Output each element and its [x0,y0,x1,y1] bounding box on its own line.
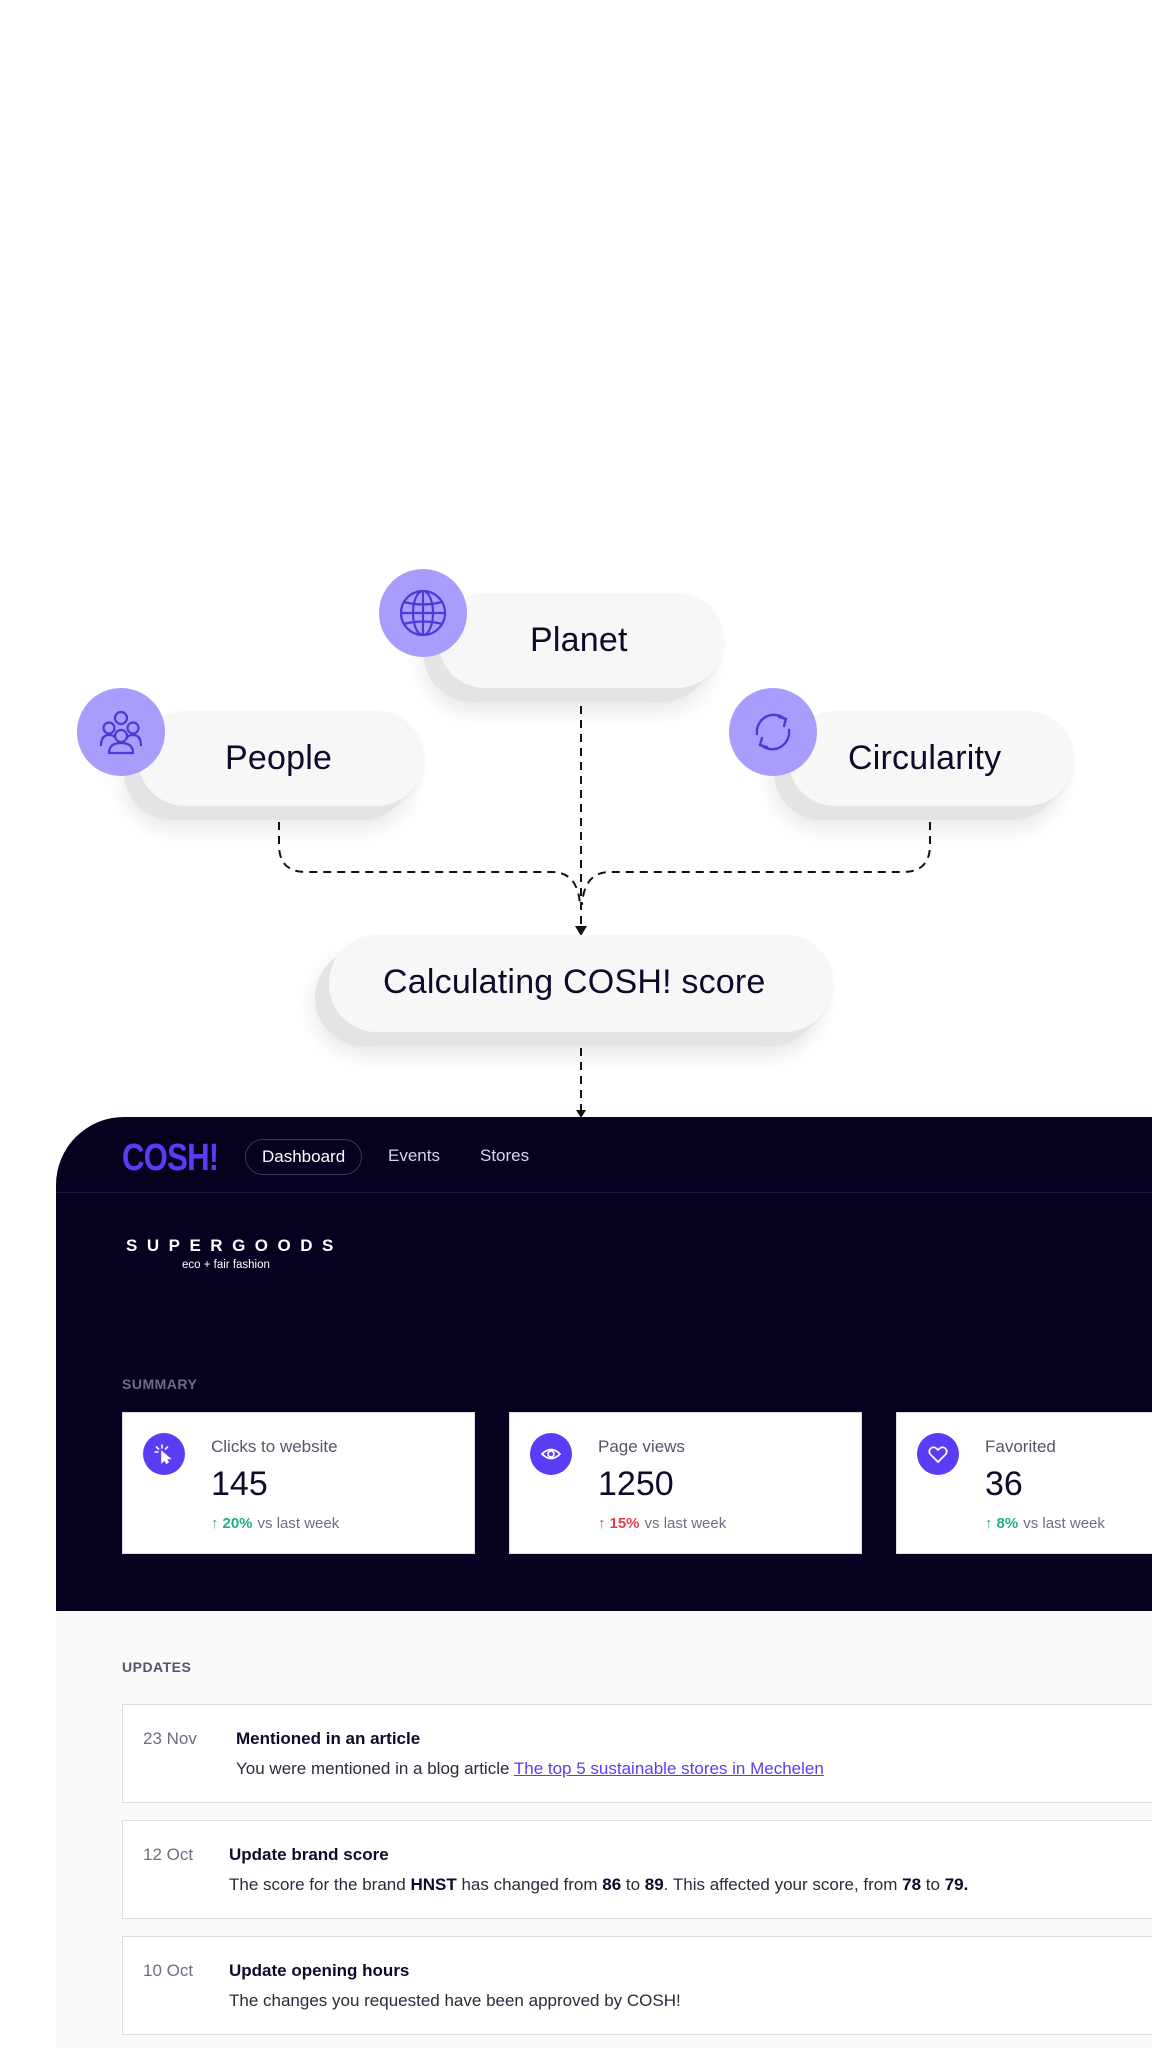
stat-value: 1250 [598,1465,674,1503]
your-score-from: 78 [902,1875,922,1894]
update-row: 10 Oct Update opening hours The changes … [122,1936,1152,2035]
update-body-text: You were mentioned in a blog article [236,1759,514,1778]
article-link[interactable]: The top 5 sustainable stores in Mechelen [514,1759,824,1778]
stat-card-clicks: Clicks to website 145 ↑ 20% vs last week [122,1412,475,1554]
circularity-label: Circularity [848,739,1002,777]
stat-change-percent: 8% [996,1515,1019,1532]
planet-label: Planet [530,621,628,659]
updates-heading: UPDATES [122,1659,192,1675]
stat-card-page-views: Page views 1250 ↑ 15% vs last week [509,1412,862,1554]
refresh-cycle-icon [729,688,817,776]
arrow-up-icon: ↑ [211,1515,219,1532]
dashboard-window: COSH! Dashboard Events Stores SUPERGOODS… [56,1117,1152,2048]
update-body: You were mentioned in a blog article The… [236,1759,824,1779]
stat-label: Page views [598,1437,685,1456]
dashboard-updates-area: UPDATES 23 Nov Mentioned in an article Y… [56,1611,1152,2048]
update-date: 12 Oct [143,1845,194,1864]
page: Planet People Circularity Calculating CO… [0,0,1152,2048]
stat-change-percent: 20% [222,1515,253,1532]
score-label: Calculating COSH! score [383,963,766,1001]
brand-name-bold: HNST [410,1875,457,1894]
update-body-text: to [921,1875,945,1894]
your-score-to: 79. [944,1875,969,1894]
stat-change-percent: 15% [609,1515,640,1532]
connector-people [278,808,581,906]
stat-value: 36 [985,1465,1023,1503]
people-icon [77,688,165,776]
score-to: 89 [644,1875,664,1894]
update-row: 23 Nov Mentioned in an article You were … [122,1704,1152,1803]
heart-icon [917,1433,959,1475]
update-body-text: has changed from [456,1875,603,1894]
nav-divider [56,1192,1152,1193]
arrow-up-icon: ↑ [598,1515,606,1532]
stat-change: ↑ 8% vs last week [985,1515,1105,1532]
stat-change: ↑ 15% vs last week [598,1515,726,1532]
store-logo-tagline: eco + fair fashion [182,1259,270,1271]
connector-circularity [581,808,931,906]
update-row: 12 Oct Update brand score The score for … [122,1820,1152,1919]
cosh-logo[interactable]: COSH! [122,1137,219,1180]
stat-card-favorited: Favorited 36 ↑ 8% vs last week [896,1412,1152,1554]
people-label: People [225,739,333,777]
update-body: The score for the brand HNST has changed… [229,1875,968,1895]
globe-icon [379,569,467,657]
update-title: Update opening hours [229,1961,410,1980]
eye-icon [530,1433,572,1475]
update-date: 10 Oct [143,1961,194,1980]
stat-value: 145 [211,1465,268,1503]
stat-change-suffix: vs last week [257,1515,340,1532]
tab-dashboard[interactable]: Dashboard [245,1139,363,1175]
update-body-text: . This affected your score, from [663,1875,903,1894]
stat-change-suffix: vs last week [1023,1515,1105,1532]
update-body-text: to [621,1875,645,1894]
update-body-text: The score for the brand [229,1875,411,1894]
stat-label: Favorited [985,1437,1056,1456]
score-from: 86 [602,1875,622,1894]
update-title: Update brand score [229,1845,389,1864]
tab-stores[interactable]: Stores [480,1139,529,1173]
update-body: The changes you requested have been appr… [229,1991,681,2010]
update-title: Mentioned in an article [236,1729,421,1748]
arrow-up-icon: ↑ [985,1515,993,1532]
summary-heading: SUMMARY [122,1376,198,1392]
cursor-click-icon [143,1433,185,1475]
dashboard-header-area: COSH! Dashboard Events Stores SUPERGOODS… [56,1117,1152,1611]
stat-change-suffix: vs last week [644,1515,727,1532]
tab-events[interactable]: Events [388,1139,440,1173]
update-date: 23 Nov [143,1729,197,1748]
store-logo-name: SUPERGOODS [126,1236,343,1255]
stat-label: Clicks to website [211,1437,338,1456]
stat-change: ↑ 20% vs last week [211,1515,339,1532]
